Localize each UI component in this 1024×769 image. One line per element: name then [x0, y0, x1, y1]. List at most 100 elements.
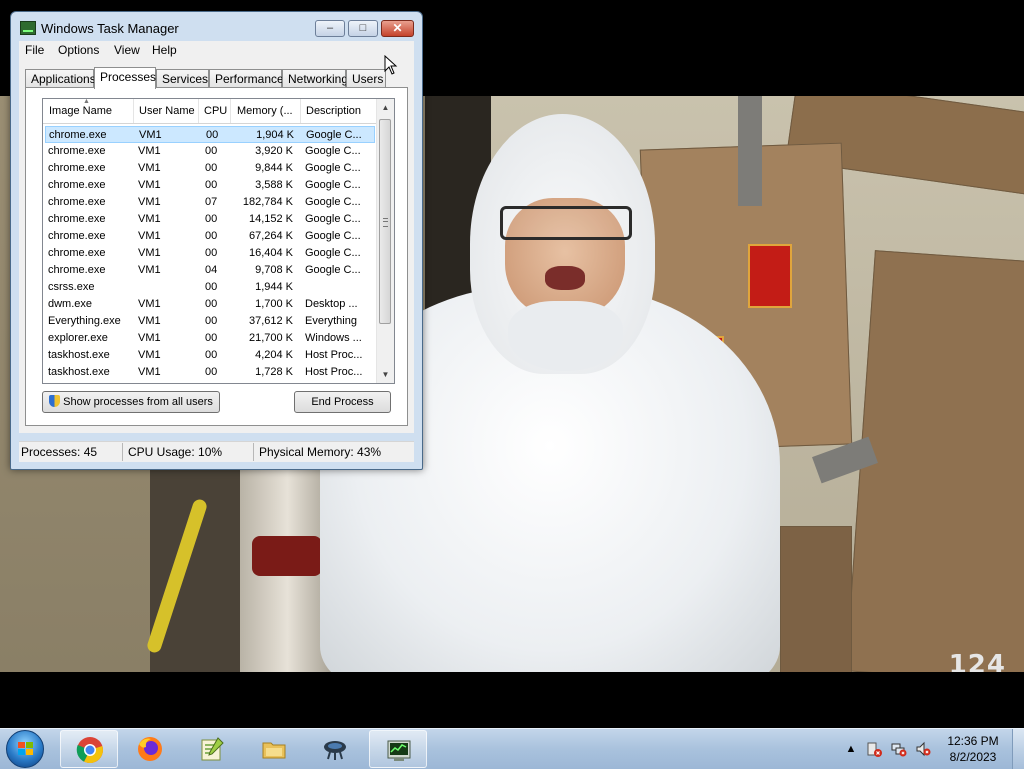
process-description: Host Proc... — [305, 366, 363, 378]
system-clock[interactable]: 12:36 PM 8/2/2023 — [938, 733, 1008, 765]
process-user-name: VM1 — [138, 349, 161, 361]
menu-help[interactable]: Help — [152, 43, 177, 57]
process-row[interactable]: chrome.exe VM1 00 14,152 K Google C... — [45, 211, 375, 228]
cardboard-box — [780, 526, 852, 672]
process-row[interactable]: chrome.exe VM1 00 1,904 K Google C... — [45, 126, 375, 143]
process-image-name: explorer.exe — [48, 332, 108, 344]
close-button[interactable]: ✕ — [381, 20, 414, 37]
end-process-button[interactable]: End Process — [294, 391, 391, 413]
column-description[interactable]: Description — [306, 105, 361, 117]
tab-networking[interactable]: Networking — [282, 69, 348, 87]
start-button[interactable] — [6, 730, 44, 768]
process-memory: 182,784 K — [242, 196, 293, 208]
status-cpu-usage: CPU Usage: 10% — [128, 445, 223, 459]
tab-processes[interactable]: Processes — [94, 67, 156, 89]
process-row[interactable]: chrome.exe VM1 00 9,844 K Google C... — [45, 160, 375, 177]
column-user-name[interactable]: User Name — [139, 105, 195, 117]
process-row[interactable]: dwm.exe VM1 00 1,700 K Desktop ... — [45, 296, 375, 313]
process-image-name: taskhost.exe — [48, 366, 110, 378]
column-image-name[interactable]: Image Name — [49, 105, 112, 117]
process-row[interactable]: chrome.exe VM1 04 9,708 K Google C... — [45, 262, 375, 279]
menu-options[interactable]: Options — [58, 43, 99, 57]
process-row[interactable]: chrome.exe VM1 00 3,588 K Google C... — [45, 177, 375, 194]
clock-date: 8/2/2023 — [949, 750, 997, 764]
process-user-name: VM1 — [138, 196, 161, 208]
process-description: Google C... — [305, 196, 361, 208]
process-row[interactable]: chrome.exe VM1 00 67,264 K Google C... — [45, 228, 375, 245]
process-image-name: taskhost.exe — [48, 349, 110, 361]
taskbar-firefox[interactable] — [121, 730, 179, 768]
process-image-name: chrome.exe — [48, 162, 106, 174]
column-cpu[interactable]: CPU — [204, 105, 227, 117]
process-memory: 1,728 K — [255, 366, 293, 378]
process-row[interactable]: csrss.exe 00 1,944 K — [45, 279, 375, 296]
taskbar-file-explorer[interactable] — [245, 730, 303, 768]
grip-icon — [383, 218, 388, 227]
network-disconnected-icon[interactable] — [891, 741, 907, 757]
show-all-processes-button[interactable]: Show processes from all users — [42, 391, 220, 413]
process-cpu: 00 — [205, 298, 218, 310]
tab-users[interactable]: Users — [346, 69, 386, 87]
task-manager-window[interactable]: Windows Task Manager – □ ✕ File Options … — [10, 11, 423, 470]
process-row[interactable]: Everything.exe VM1 00 37,612 K Everything — [45, 313, 375, 330]
minimize-button[interactable]: – — [315, 20, 345, 37]
process-row[interactable]: taskhost.exe VM1 00 1,728 K Host Proc... — [45, 364, 375, 381]
windows-logo-icon — [18, 742, 34, 756]
sort-ascending-icon: ▲ — [83, 98, 90, 105]
maximize-button[interactable]: □ — [348, 20, 378, 37]
action-center-warning-icon[interactable] — [866, 741, 882, 757]
taskbar-network-tool[interactable] — [306, 730, 364, 768]
process-memory: 1,904 K — [256, 129, 294, 141]
process-memory: 67,264 K — [248, 230, 293, 242]
process-memory: 3,588 K — [255, 179, 293, 191]
process-row[interactable]: explorer.exe VM1 00 21,700 K Windows ... — [45, 330, 375, 347]
status-physical-memory: Physical Memory: 43% — [259, 445, 382, 459]
window-title: Windows Task Manager — [41, 21, 179, 36]
process-description: Google C... — [305, 179, 361, 191]
process-memory: 14,152 K — [248, 213, 293, 225]
process-memory: 1,700 K — [255, 298, 293, 310]
vertical-scrollbar[interactable]: ▲ ▼ — [376, 99, 394, 383]
close-icon: ✕ — [392, 21, 403, 35]
process-row[interactable]: chrome.exe VM1 00 3,920 K Google C... — [45, 143, 375, 160]
process-user-name: VM1 — [138, 230, 161, 242]
tab-applications[interactable]: Applications — [25, 69, 96, 87]
process-row[interactable]: taskhost.exe VM1 00 4,204 K Host Proc... — [45, 347, 375, 364]
taskbar-task-manager[interactable] — [369, 730, 427, 768]
process-cpu: 00 — [205, 213, 218, 225]
process-user-name: VM1 — [138, 298, 161, 310]
volume-muted-icon[interactable] — [915, 741, 931, 757]
menu-file[interactable]: File — [25, 43, 44, 57]
tab-services[interactable]: Services — [156, 69, 209, 87]
show-desktop-button[interactable] — [1012, 729, 1024, 769]
column-memory[interactable]: Memory (... — [237, 105, 293, 117]
menu-bar: File Options View Help — [19, 41, 414, 61]
client-area: Applications Processes Services Performa… — [19, 61, 414, 433]
process-user-name: VM1 — [138, 366, 161, 378]
show-hidden-icons-icon[interactable]: ▲ — [843, 741, 859, 757]
red-valve — [252, 536, 322, 576]
title-bar[interactable]: Windows Task Manager – □ ✕ — [11, 12, 422, 42]
process-user-name: VM1 — [138, 264, 161, 276]
process-description: Google C... — [305, 230, 361, 242]
taskbar-notepad-plus-plus[interactable] — [183, 730, 241, 768]
menu-view[interactable]: View — [114, 43, 140, 57]
process-user-name: VM1 — [138, 213, 161, 225]
process-cpu: 07 — [205, 196, 218, 208]
process-description: Google C... — [305, 213, 361, 225]
process-user-name: VM1 — [138, 332, 161, 344]
scroll-thumb[interactable] — [379, 119, 391, 324]
scroll-up-icon[interactable]: ▲ — [377, 99, 394, 116]
tab-performance[interactable]: Performance — [209, 69, 284, 87]
process-description: Google C... — [306, 129, 362, 141]
process-row[interactable]: chrome.exe VM1 07 182,784 K Google C... — [45, 194, 375, 211]
task-manager-icon — [20, 21, 36, 35]
process-description: Google C... — [305, 145, 361, 157]
taskbar-chrome[interactable] — [60, 730, 118, 768]
process-list[interactable]: ▲ Image Name User Name CPU Memory (... D… — [42, 98, 395, 384]
scroll-down-icon[interactable]: ▼ — [377, 366, 394, 383]
process-row[interactable]: chrome.exe VM1 00 16,404 K Google C... — [45, 245, 375, 262]
person-mouth — [545, 266, 585, 290]
process-cpu: 04 — [205, 264, 218, 276]
clock-time: 12:36 PM — [947, 734, 999, 748]
